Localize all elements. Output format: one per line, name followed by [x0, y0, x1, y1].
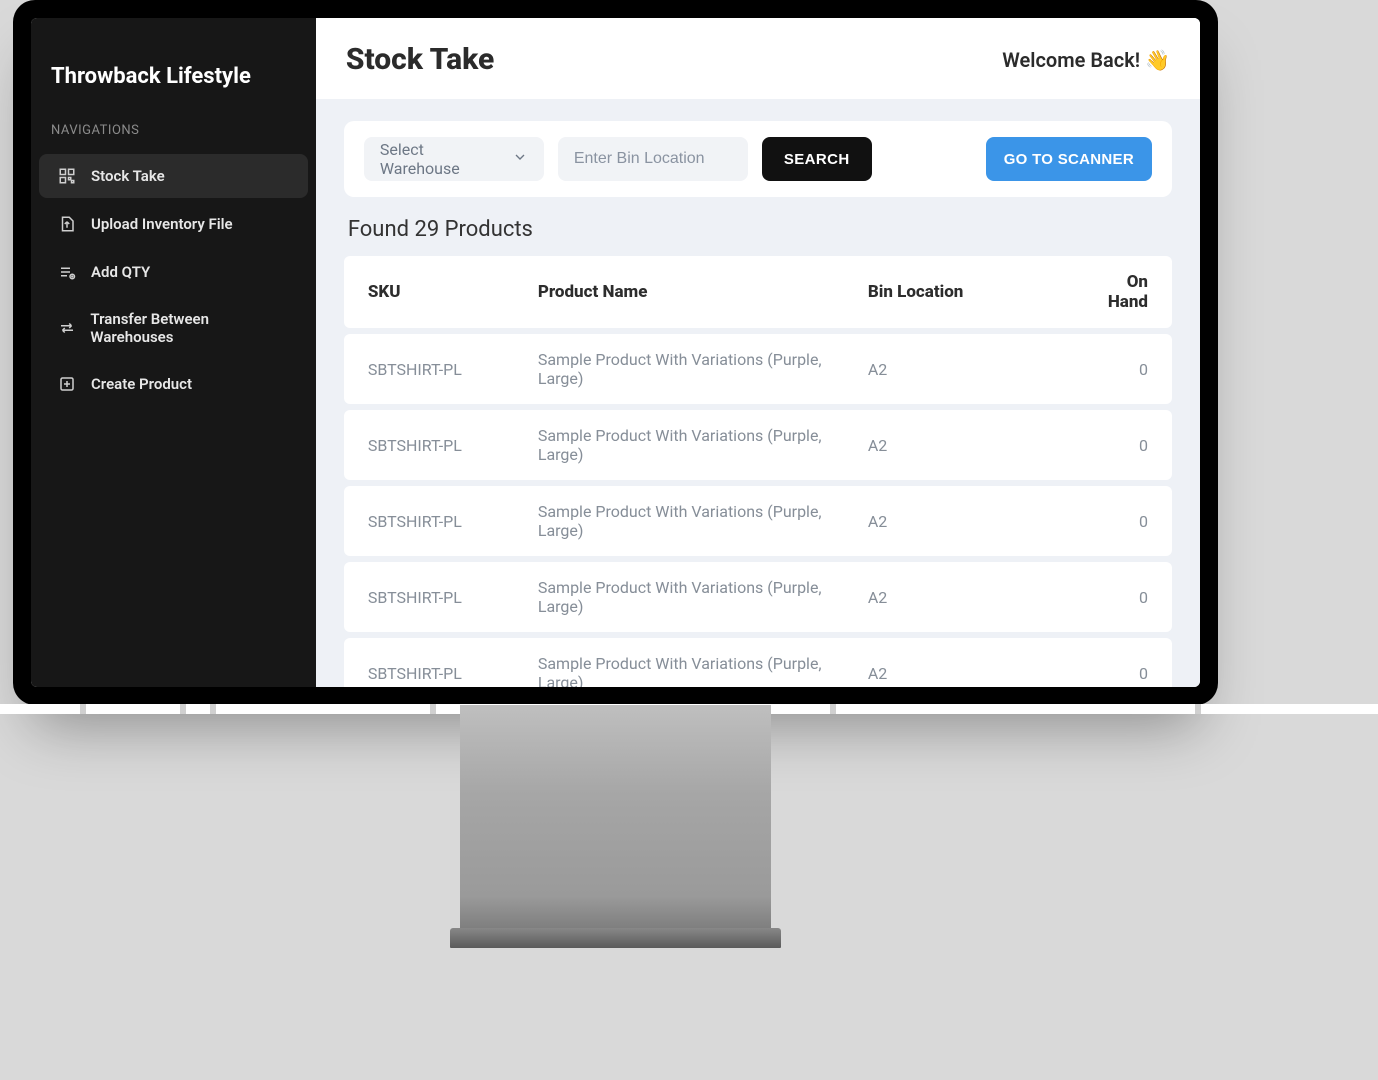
- cell-bin: A2: [868, 360, 1108, 379]
- col-name: Product Name: [538, 282, 868, 302]
- sidebar-item-upload-inventory[interactable]: Upload Inventory File: [39, 202, 308, 246]
- cell-sku: SBTSHIRT-PL: [368, 436, 538, 455]
- monitor-stand-foot: [450, 928, 781, 948]
- cell-onhand: 0: [1108, 512, 1148, 531]
- table-header: SKU Product Name Bin Location On Hand: [344, 256, 1172, 328]
- search-button[interactable]: SEARCH: [762, 137, 872, 181]
- table-row[interactable]: SBTSHIRT-PLSample Product With Variation…: [344, 334, 1172, 404]
- cell-bin: A2: [868, 664, 1108, 683]
- welcome-text: Welcome Back! 👋: [1002, 48, 1170, 72]
- cell-name: Sample Product With Variations (Purple, …: [538, 578, 868, 616]
- cell-sku: SBTSHIRT-PL: [368, 664, 538, 683]
- main-content: Stock Take Welcome Back! 👋 Select Wareho…: [316, 18, 1200, 687]
- sidebar-item-create-product[interactable]: Create Product: [39, 362, 308, 406]
- cell-onhand: 0: [1108, 360, 1148, 379]
- go-to-scanner-button[interactable]: GO TO SCANNER: [986, 137, 1152, 181]
- qr-icon: [57, 166, 77, 186]
- sidebar-item-label: Stock Take: [91, 167, 165, 185]
- brand-title: Throwback Lifestyle: [31, 46, 316, 117]
- cell-bin: A2: [868, 436, 1108, 455]
- cell-name: Sample Product With Variations (Purple, …: [538, 654, 868, 687]
- warehouse-select[interactable]: Select Warehouse: [364, 137, 544, 181]
- header-bar: Stock Take Welcome Back! 👋: [316, 18, 1200, 99]
- nav-section-heading: NAVIGATIONS: [31, 117, 316, 150]
- warehouse-select-label: Select Warehouse: [380, 140, 496, 178]
- sidebar-item-label: Transfer Between Warehouses: [90, 310, 289, 346]
- plus-box-icon: [57, 374, 77, 394]
- cell-name: Sample Product With Variations (Purple, …: [538, 426, 868, 464]
- results-count: Found 29 Products: [348, 217, 1168, 242]
- bin-location-input[interactable]: [558, 137, 748, 181]
- sidebar-item-label: Add QTY: [91, 263, 150, 281]
- transfer-icon: [57, 318, 76, 338]
- cell-bin: A2: [868, 588, 1108, 607]
- app-screen: Throwback Lifestyle NAVIGATIONS Stock Ta…: [31, 18, 1200, 687]
- sidebar-item-label: Create Product: [91, 375, 192, 393]
- sidebar-item-add-qty[interactable]: Add QTY: [39, 250, 308, 294]
- eq-plus-icon: [57, 262, 77, 282]
- cell-onhand: 0: [1108, 588, 1148, 607]
- page-title: Stock Take: [346, 42, 494, 77]
- cell-name: Sample Product With Variations (Purple, …: [538, 350, 868, 388]
- monitor-stand-neck: [460, 705, 771, 930]
- table-row[interactable]: SBTSHIRT-PLSample Product With Variation…: [344, 410, 1172, 480]
- table-row[interactable]: SBTSHIRT-PLSample Product With Variation…: [344, 638, 1172, 687]
- sidebar-item-label: Upload Inventory File: [91, 215, 233, 233]
- cell-sku: SBTSHIRT-PL: [368, 512, 538, 531]
- col-sku: SKU: [368, 282, 538, 302]
- cell-sku: SBTSHIRT-PL: [368, 360, 538, 379]
- table-row[interactable]: SBTSHIRT-PLSample Product With Variation…: [344, 486, 1172, 556]
- monitor-frame: Throwback Lifestyle NAVIGATIONS Stock Ta…: [13, 0, 1218, 705]
- col-onhand: On Hand: [1108, 272, 1148, 312]
- cell-onhand: 0: [1108, 664, 1148, 683]
- cell-onhand: 0: [1108, 436, 1148, 455]
- sidebar-item-transfer-warehouses[interactable]: Transfer Between Warehouses: [39, 298, 308, 358]
- cell-bin: A2: [868, 512, 1108, 531]
- col-bin: Bin Location: [868, 282, 1108, 302]
- upload-icon: [57, 214, 77, 234]
- sidebar: Throwback Lifestyle NAVIGATIONS Stock Ta…: [31, 18, 316, 687]
- search-bar: Select Warehouse SEARCH GO TO SCANNER: [344, 121, 1172, 197]
- cell-sku: SBTSHIRT-PL: [368, 588, 538, 607]
- table-row[interactable]: SBTSHIRT-PLSample Product With Variation…: [344, 562, 1172, 632]
- products-table: SKU Product Name Bin Location On Hand SB…: [344, 256, 1172, 687]
- chevron-down-icon: [512, 149, 528, 169]
- sidebar-item-stock-take[interactable]: Stock Take: [39, 154, 308, 198]
- cell-name: Sample Product With Variations (Purple, …: [538, 502, 868, 540]
